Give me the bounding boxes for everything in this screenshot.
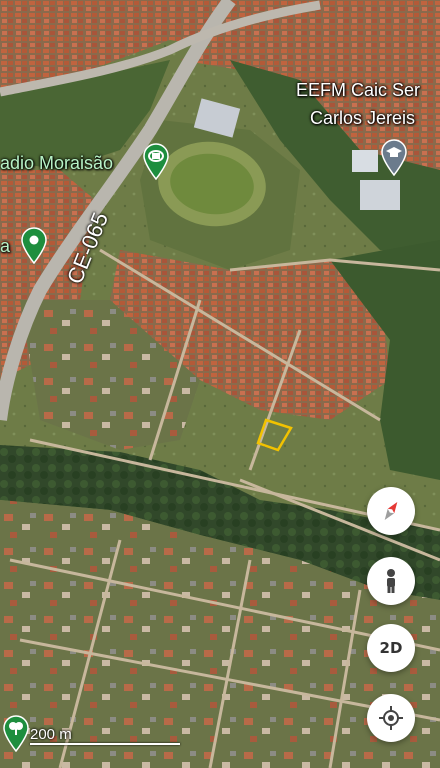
stadium-icon[interactable] bbox=[142, 142, 170, 185]
compass-button[interactable] bbox=[367, 487, 415, 535]
graduation-cap-icon[interactable] bbox=[380, 138, 408, 181]
compass-icon bbox=[378, 498, 404, 524]
scale-label: 200 m bbox=[30, 726, 72, 743]
scale-bar-widget: 200 m bbox=[0, 712, 200, 762]
school-label-line1: EEFM Caic Ser bbox=[296, 80, 421, 100]
street-view-button[interactable] bbox=[367, 557, 415, 605]
view-mode-label: 2D bbox=[379, 639, 403, 657]
place-pin-icon[interactable] bbox=[20, 226, 48, 269]
school-label-line2: Carlos Jereis bbox=[310, 108, 416, 128]
school-building-2 bbox=[360, 180, 400, 210]
view-mode-2d-button[interactable]: 2D bbox=[367, 624, 415, 672]
stadium-label: adio Moraisão bbox=[0, 153, 114, 173]
school-building bbox=[352, 150, 378, 172]
my-location-icon bbox=[378, 705, 404, 731]
scale-bar bbox=[30, 743, 180, 745]
pegman-icon bbox=[379, 568, 403, 594]
my-location-button[interactable] bbox=[367, 694, 415, 742]
place-label-fragment: a bbox=[0, 236, 11, 256]
